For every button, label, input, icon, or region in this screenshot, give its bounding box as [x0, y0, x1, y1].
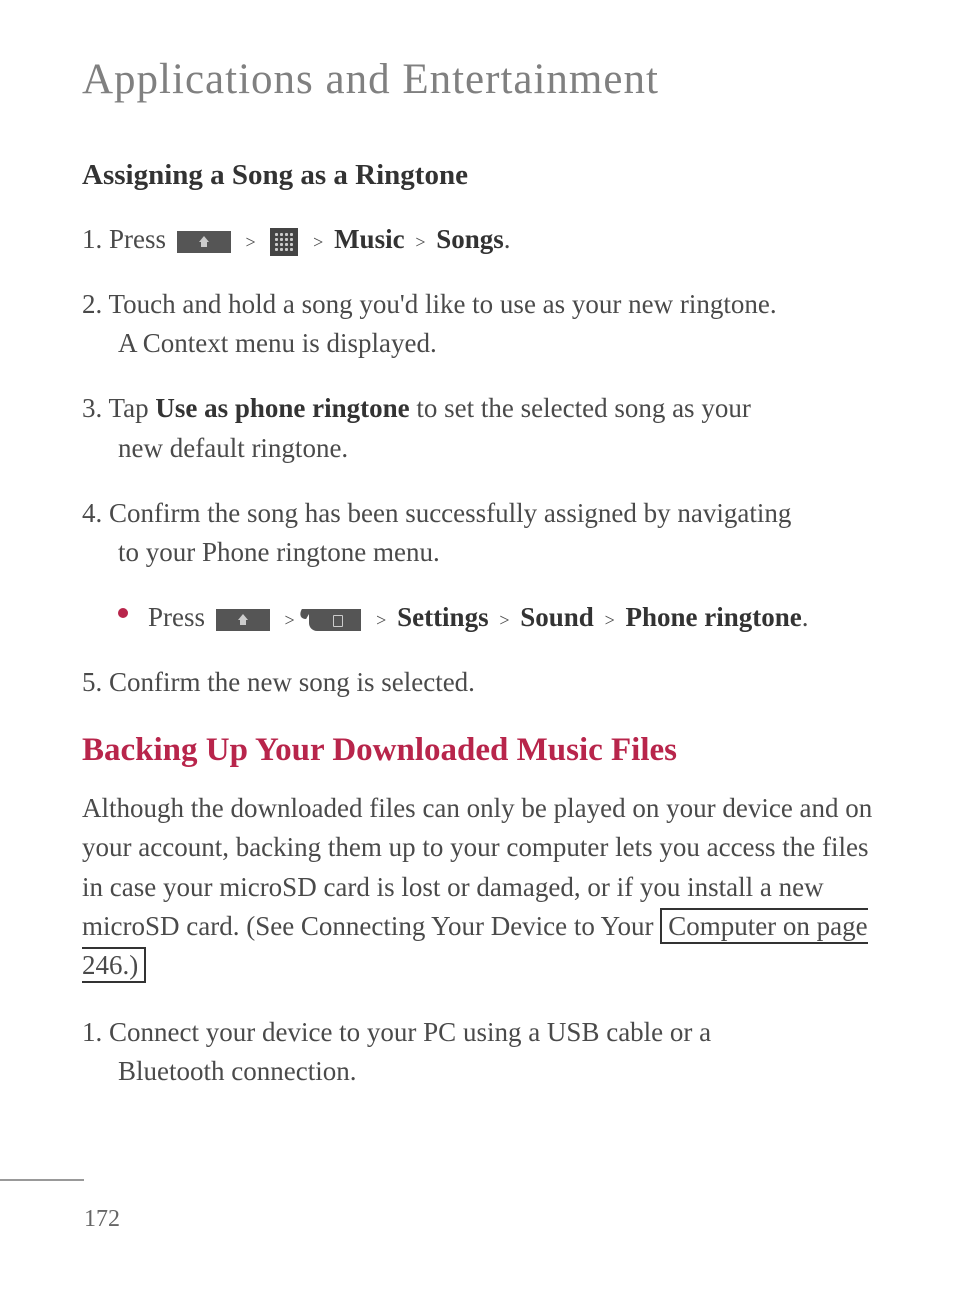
step2-line2: A Context menu is displayed. [82, 324, 894, 363]
step-1: 1. Press > > Music > Songs. [82, 220, 894, 259]
page-content: Assigning a Song as a Ringtone 1. Press … [0, 104, 954, 1091]
step3-line2: new default ringtone. [82, 429, 894, 468]
section-heading-ringtone: Assigning a Song as a Ringtone [82, 159, 894, 192]
bullet-press-settings: Press > > Settings > Sound > Phone ringt… [82, 598, 894, 637]
backup-step1-line2: Bluetooth connection. [82, 1052, 894, 1091]
step1-text-a: 1. Press [82, 224, 173, 254]
step-2: 2. Touch and hold a song you'd like to u… [82, 285, 894, 363]
step3-a: 3. Tap [82, 393, 155, 423]
menu-music: Music [334, 224, 405, 254]
separator: > [313, 232, 323, 252]
apps-grid-icon [270, 228, 298, 256]
step3-c: to set the selected song as your [410, 393, 751, 423]
menu-settings: Settings [397, 602, 489, 632]
home-key-icon [216, 609, 270, 631]
bullet-dot-icon [118, 608, 128, 618]
menu-phone-ringtone: Phone ringtone [625, 602, 801, 632]
page-number: 172 [84, 1206, 120, 1233]
step3-bold: Use as phone ringtone [155, 393, 409, 423]
separator: > [285, 610, 295, 630]
backup-step-1: 1. Connect your device to your PC using … [82, 1013, 894, 1091]
period: . [802, 602, 809, 632]
footer-divider [0, 1179, 84, 1181]
separator: > [415, 232, 425, 252]
separator: > [605, 610, 615, 630]
separator: > [499, 610, 509, 630]
step-3: 3. Tap Use as phone ringtone to set the … [82, 389, 894, 467]
step-4: 4. Confirm the song has been successfull… [82, 494, 894, 572]
menu-sound: Sound [520, 602, 594, 632]
separator: > [376, 610, 386, 630]
page-title: Applications and Entertainment [0, 0, 954, 104]
home-key-icon [177, 231, 231, 253]
backup-paragraph: Although the downloaded files can only b… [82, 789, 894, 985]
bullet-text-a: Press [148, 602, 212, 632]
separator: > [246, 232, 256, 252]
step4-line2: to your Phone ringtone menu. [82, 533, 894, 572]
menu-key-icon [309, 609, 361, 631]
step-5: 5. Confirm the new song is selected. [82, 663, 894, 702]
period: . [504, 224, 511, 254]
menu-songs: Songs [436, 224, 504, 254]
section-heading-backup: Backing Up Your Downloaded Music Files [82, 732, 894, 769]
